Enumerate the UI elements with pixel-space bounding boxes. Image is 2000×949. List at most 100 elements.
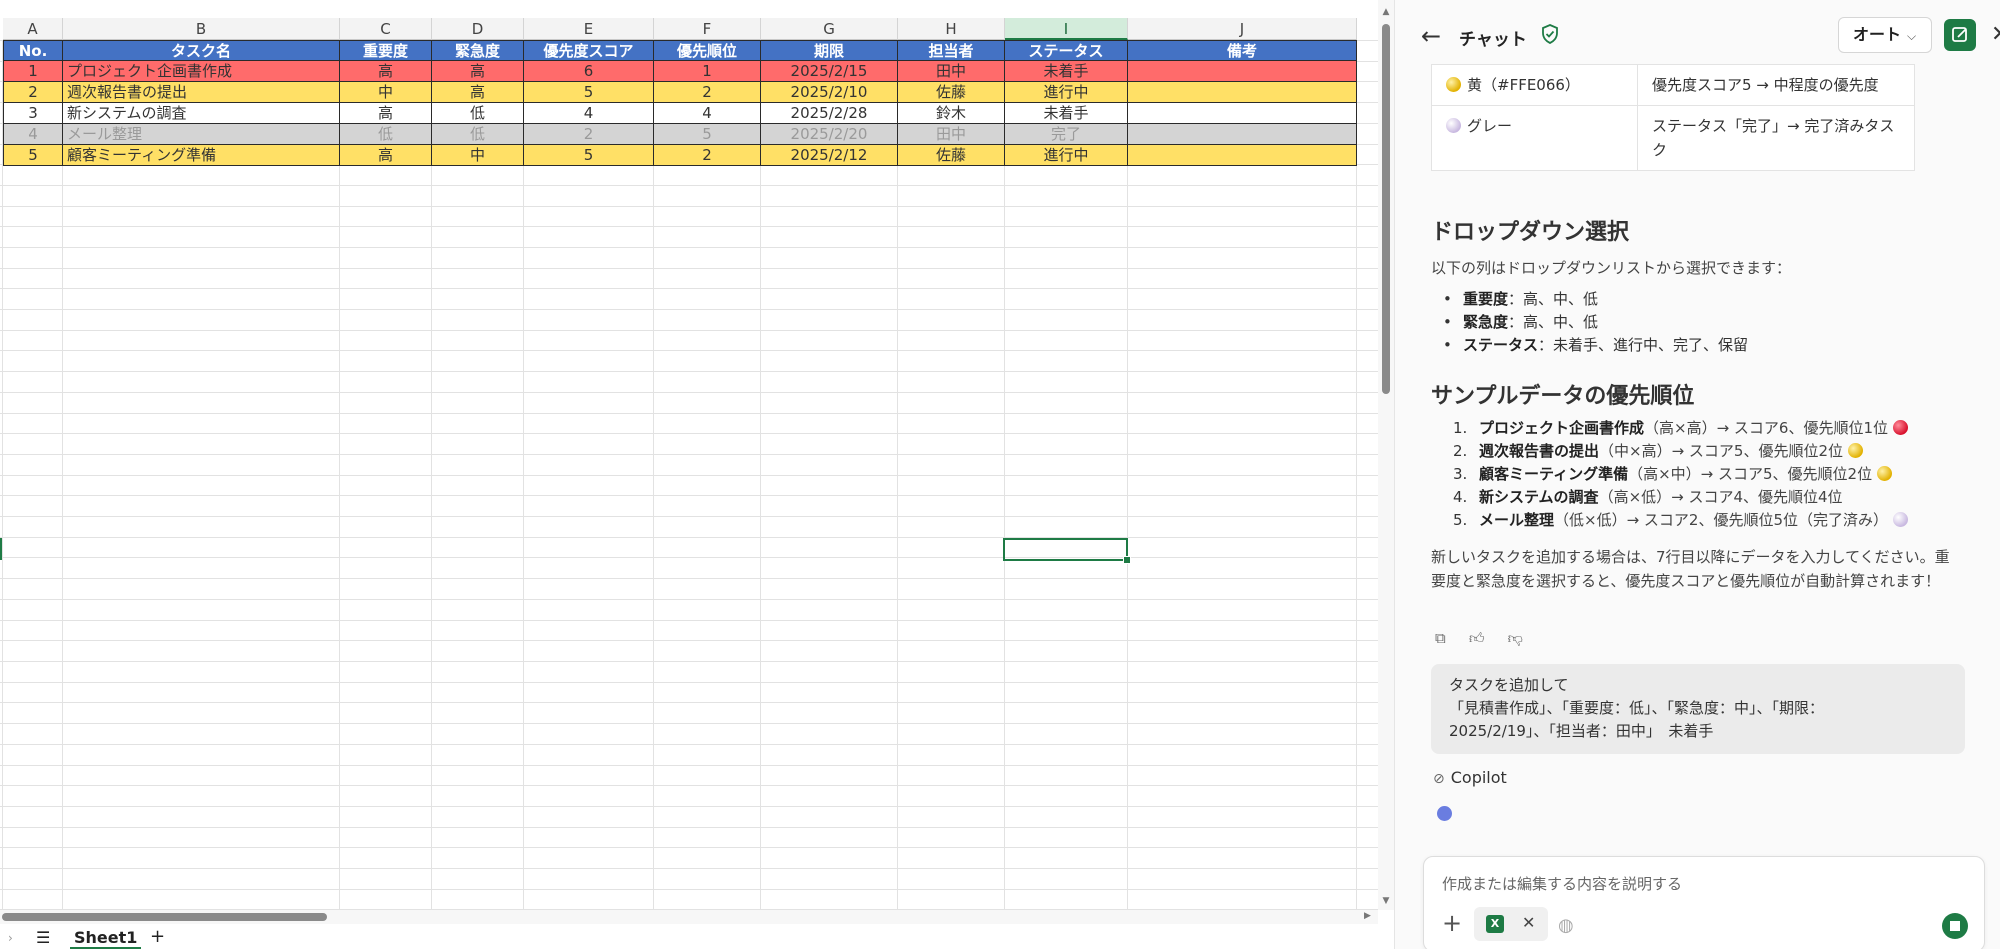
table-header-cell[interactable]: 優先度スコア (524, 40, 654, 61)
table-cell[interactable]: 4 (524, 103, 654, 124)
table-cell[interactable] (1128, 145, 1357, 166)
column-header-f[interactable]: F (654, 18, 761, 40)
table-cell[interactable]: メール整理 (63, 124, 340, 145)
new-chat-button[interactable] (1944, 19, 1976, 51)
selected-cell[interactable] (1003, 538, 1131, 564)
table-cell[interactable]: 2025/2/12 (761, 145, 898, 166)
table-header-cell[interactable]: 優先順位 (654, 40, 761, 61)
table-cell[interactable]: 2 (3, 82, 63, 103)
horizontal-scroll-thumb[interactable] (2, 913, 327, 921)
scroll-up-icon[interactable]: ▲ (1380, 6, 1392, 18)
table-cell[interactable]: 中 (432, 145, 524, 166)
table-header-cell[interactable]: 備考 (1128, 40, 1357, 61)
table-cell[interactable]: 高 (432, 82, 524, 103)
column-header-d[interactable]: D (432, 18, 524, 40)
table-cell[interactable]: 田中 (898, 124, 1005, 145)
scroll-right-icon[interactable]: ▶ (1364, 911, 1371, 921)
table-cell[interactable]: 顧客ミーティング準備 (63, 145, 340, 166)
table-cell[interactable]: 5 (524, 82, 654, 103)
table-cell[interactable]: 2025/2/15 (761, 61, 898, 82)
table-cell[interactable]: 3 (3, 103, 63, 124)
vertical-scrollbar[interactable]: ▲ ▼ (1378, 0, 1394, 910)
column-header-a[interactable]: A (3, 18, 63, 40)
table-cell[interactable]: 鈴木 (898, 103, 1005, 124)
table-header-cell[interactable]: 期限 (761, 40, 898, 61)
table-cell[interactable]: 5 (3, 145, 63, 166)
column-header-h[interactable]: H (898, 18, 1005, 40)
column-header-b[interactable]: B (63, 18, 340, 40)
close-icon[interactable]: ✕ (1991, 22, 2000, 47)
table-cell[interactable]: 2025/2/28 (761, 103, 898, 124)
table-cell[interactable]: 4 (3, 124, 63, 145)
list-item: 緊急度：高、中、低 (1431, 311, 1961, 334)
table-header-cell[interactable]: 担当者 (898, 40, 1005, 61)
stop-button[interactable] (1942, 913, 1968, 939)
table-cell[interactable]: 未着手 (1005, 61, 1128, 82)
mode-dropdown[interactable]: オート ⌵ (1838, 17, 1932, 53)
table-cell[interactable]: 佐藤 (898, 145, 1005, 166)
table-header-cell[interactable]: 緊急度 (432, 40, 524, 61)
table-cell[interactable]: 2025/2/20 (761, 124, 898, 145)
table-cell[interactable]: 佐藤 (898, 82, 1005, 103)
column-header-i[interactable]: I (1005, 18, 1128, 40)
table-cell[interactable]: 高 (432, 61, 524, 82)
table-cell[interactable]: 6 (524, 61, 654, 82)
column-header-c[interactable]: C (340, 18, 432, 40)
table-cell[interactable]: 2 (524, 124, 654, 145)
table-cell[interactable]: 高 (340, 145, 432, 166)
thumbs-up-icon[interactable]: 👍︎ (1469, 629, 1485, 648)
column-header-j[interactable]: J (1128, 18, 1357, 40)
table-cell[interactable]: 2025/2/10 (761, 82, 898, 103)
table-cell[interactable] (1128, 82, 1357, 103)
sheet-list-icon[interactable]: ☰ (36, 928, 50, 947)
table-cell[interactable]: プロジェクト企画書作成 (63, 61, 340, 82)
table-cell[interactable]: 高 (340, 61, 432, 82)
table-cell[interactable]: 5 (654, 124, 761, 145)
table-header-cell[interactable]: 重要度 (340, 40, 432, 61)
copy-icon[interactable]: ⧉ (1435, 629, 1446, 647)
vertical-scroll-thumb[interactable] (1382, 24, 1390, 394)
thumbs-down-icon[interactable]: 👎︎ (1508, 629, 1523, 648)
table-cell[interactable]: 未着手 (1005, 103, 1128, 124)
table-cell[interactable]: 進行中 (1005, 145, 1128, 166)
table-header-cell[interactable]: ステータス (1005, 40, 1128, 61)
add-sheet-icon[interactable]: + (150, 926, 165, 947)
table-header-cell[interactable]: タスク名 (63, 40, 340, 61)
prompt-input[interactable] (1442, 871, 1942, 897)
table-cell[interactable]: 低 (432, 103, 524, 124)
table-cell[interactable]: 5 (524, 145, 654, 166)
globe-icon[interactable]: ◍ (1558, 915, 1574, 936)
table-cell[interactable]: 完了 (1005, 124, 1128, 145)
table-cell[interactable]: 1 (3, 61, 63, 82)
back-arrow-icon[interactable]: ← (1421, 22, 1441, 50)
remove-attachment-icon[interactable]: ✕ (1522, 913, 1535, 932)
table-cell[interactable] (1128, 103, 1357, 124)
horizontal-scrollbar[interactable]: ▶ (0, 910, 1378, 924)
user-message: タスクを追加して 「見積書作成」、「重要度：低」、「緊急度：中」、「期限： 20… (1431, 664, 1965, 754)
table-cell[interactable]: 週次報告書の提出 (63, 82, 340, 103)
tab-nav-icon[interactable]: › (8, 931, 13, 945)
item-number: 1. (1453, 419, 1468, 437)
table-cell[interactable]: 進行中 (1005, 82, 1128, 103)
table-cell[interactable]: 4 (654, 103, 761, 124)
table-cell[interactable] (1128, 124, 1357, 145)
table-cell[interactable]: 田中 (898, 61, 1005, 82)
table-cell[interactable]: 高 (340, 103, 432, 124)
table-cell[interactable]: 2 (654, 82, 761, 103)
gridline (0, 868, 1378, 869)
table-cell[interactable]: 2 (654, 145, 761, 166)
table-header-cell[interactable]: No. (3, 40, 63, 61)
table-cell[interactable]: 低 (432, 124, 524, 145)
table-cell[interactable]: 新システムの調査 (63, 103, 340, 124)
sheet-tab[interactable]: Sheet1 (70, 928, 142, 949)
attached-file-chip[interactable]: X ✕ (1474, 907, 1548, 941)
table-cell[interactable]: 1 (654, 61, 761, 82)
table-cell[interactable] (1128, 61, 1357, 82)
column-header-e[interactable]: E (524, 18, 654, 40)
table-cell[interactable]: 低 (340, 124, 432, 145)
add-icon[interactable]: + (1442, 909, 1462, 937)
column-header-g[interactable]: G (761, 18, 898, 40)
scroll-down-icon[interactable]: ▼ (1380, 895, 1392, 907)
table-cell[interactable]: 中 (340, 82, 432, 103)
list-item: 3. 顧客ミーティング準備（高×中）→ スコア5、優先順位2位 (1431, 463, 1971, 486)
